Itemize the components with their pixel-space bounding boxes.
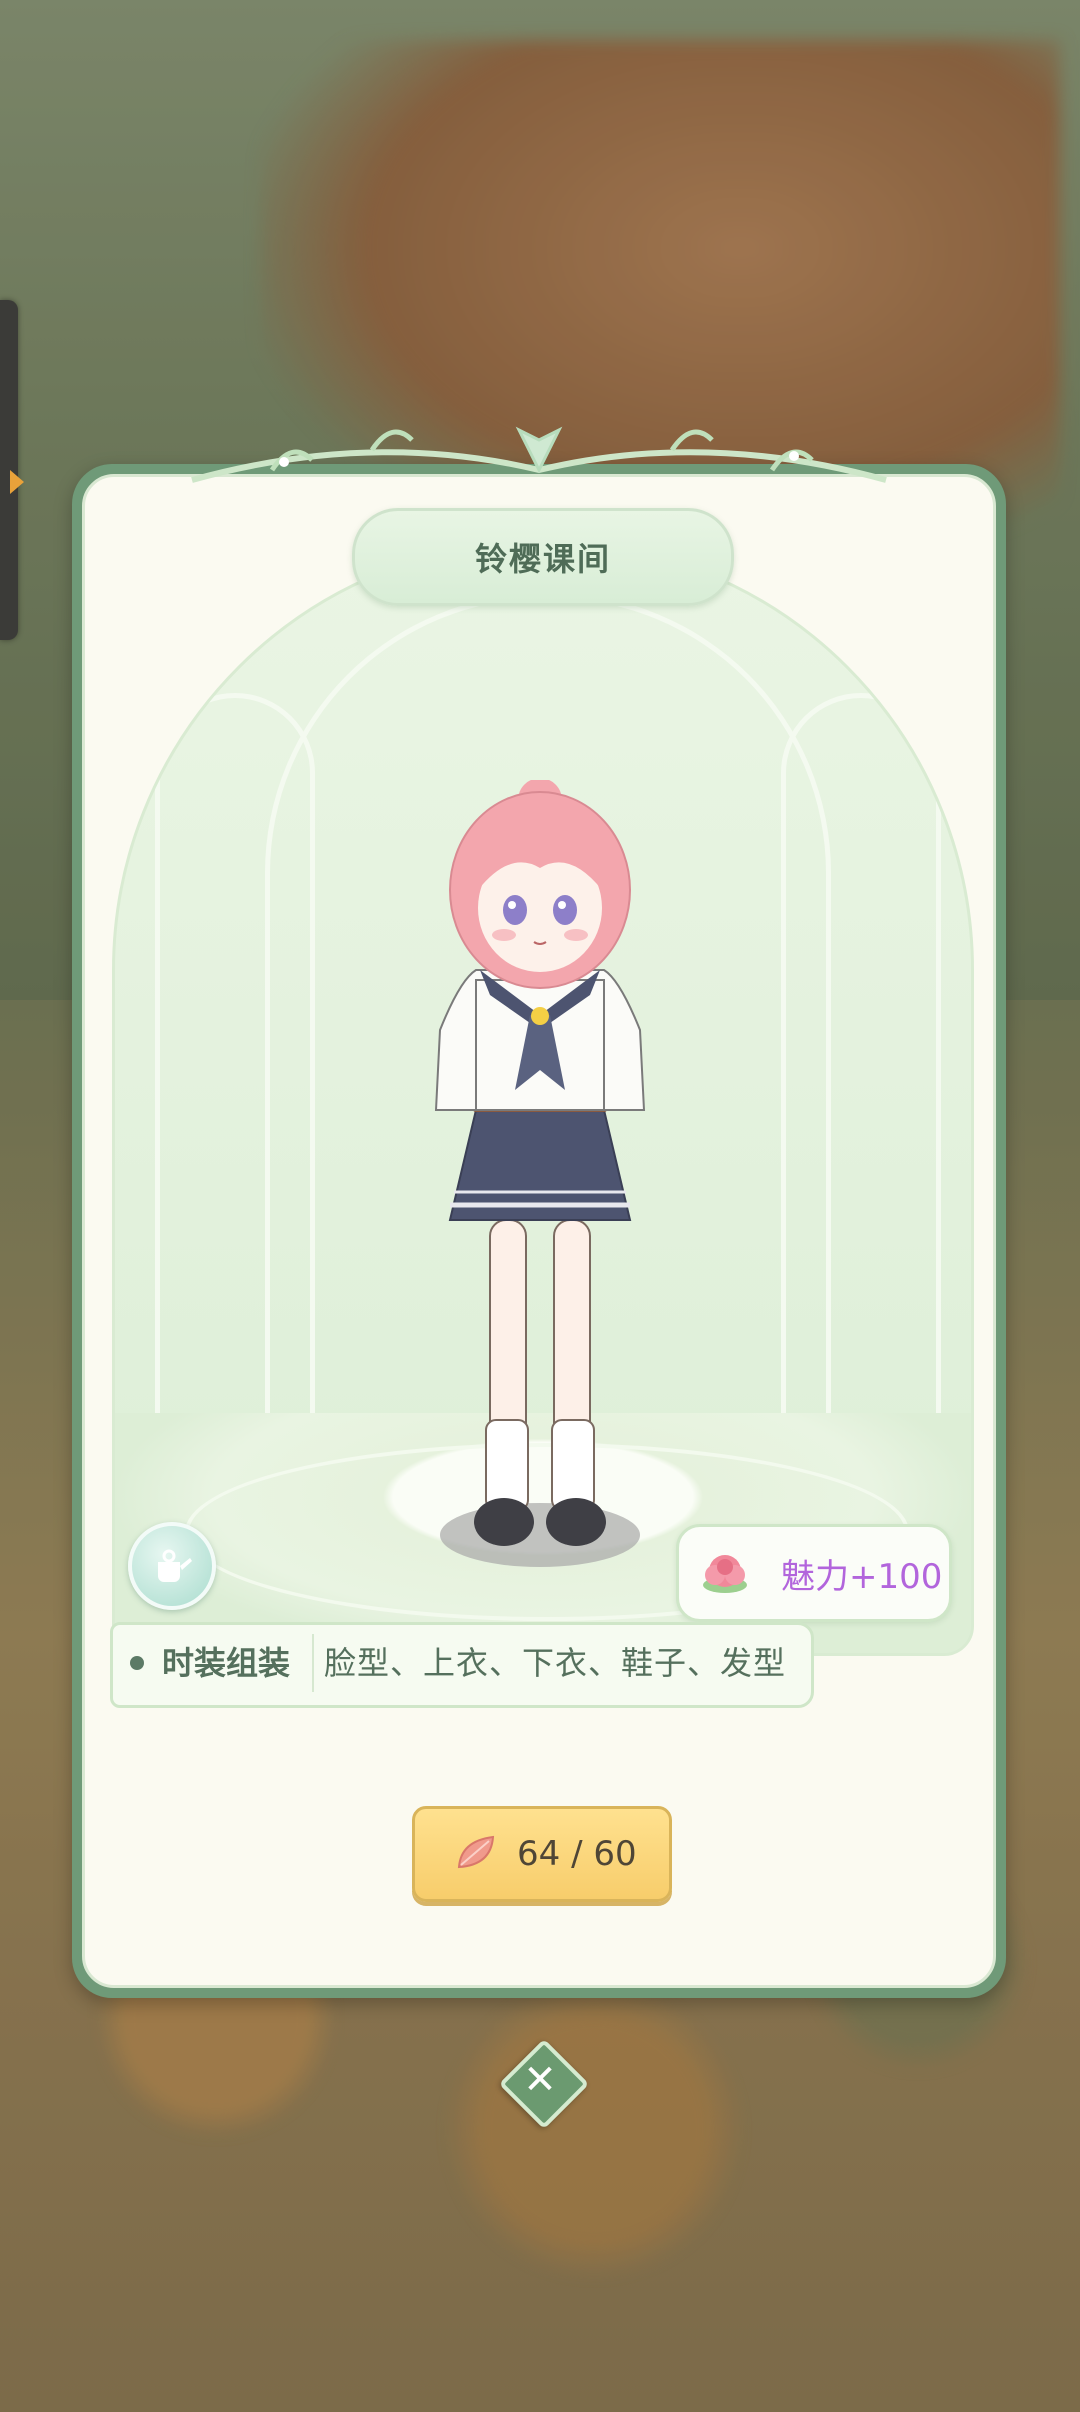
divider (312, 1634, 314, 1692)
wardrobe-button[interactable] (128, 1522, 216, 1610)
charm-bonus-badge: 魅力+100 (676, 1524, 952, 1622)
outfit-title: 铃樱课间 (474, 540, 611, 578)
character-figure (434, 780, 646, 1567)
petal-icon (457, 1835, 495, 1869)
chevron-right-icon[interactable] (10, 470, 24, 494)
vine-ornament (191, 426, 887, 483)
unlock-cost-button[interactable]: 64 / 60 (412, 1806, 672, 1902)
outfit-parts-row: 时装组装 脸型、上衣、下衣、鞋子、发型 (110, 1622, 818, 1708)
bullet-dot-icon (130, 1656, 144, 1670)
flower-icon (703, 1555, 747, 1593)
charm-value: 魅力+100 (781, 1556, 943, 1597)
cost-count: 64 / 60 (517, 1834, 637, 1874)
outfit-parts-label: 时装组装 (162, 1644, 291, 1682)
title-plaque: 铃樱课间 (352, 508, 734, 606)
outfit-parts-list: 脸型、上衣、下衣、鞋子、发型 (324, 1644, 787, 1682)
close-icon[interactable]: ✕ (508, 2048, 572, 2112)
watering-can-icon (158, 1549, 192, 1582)
